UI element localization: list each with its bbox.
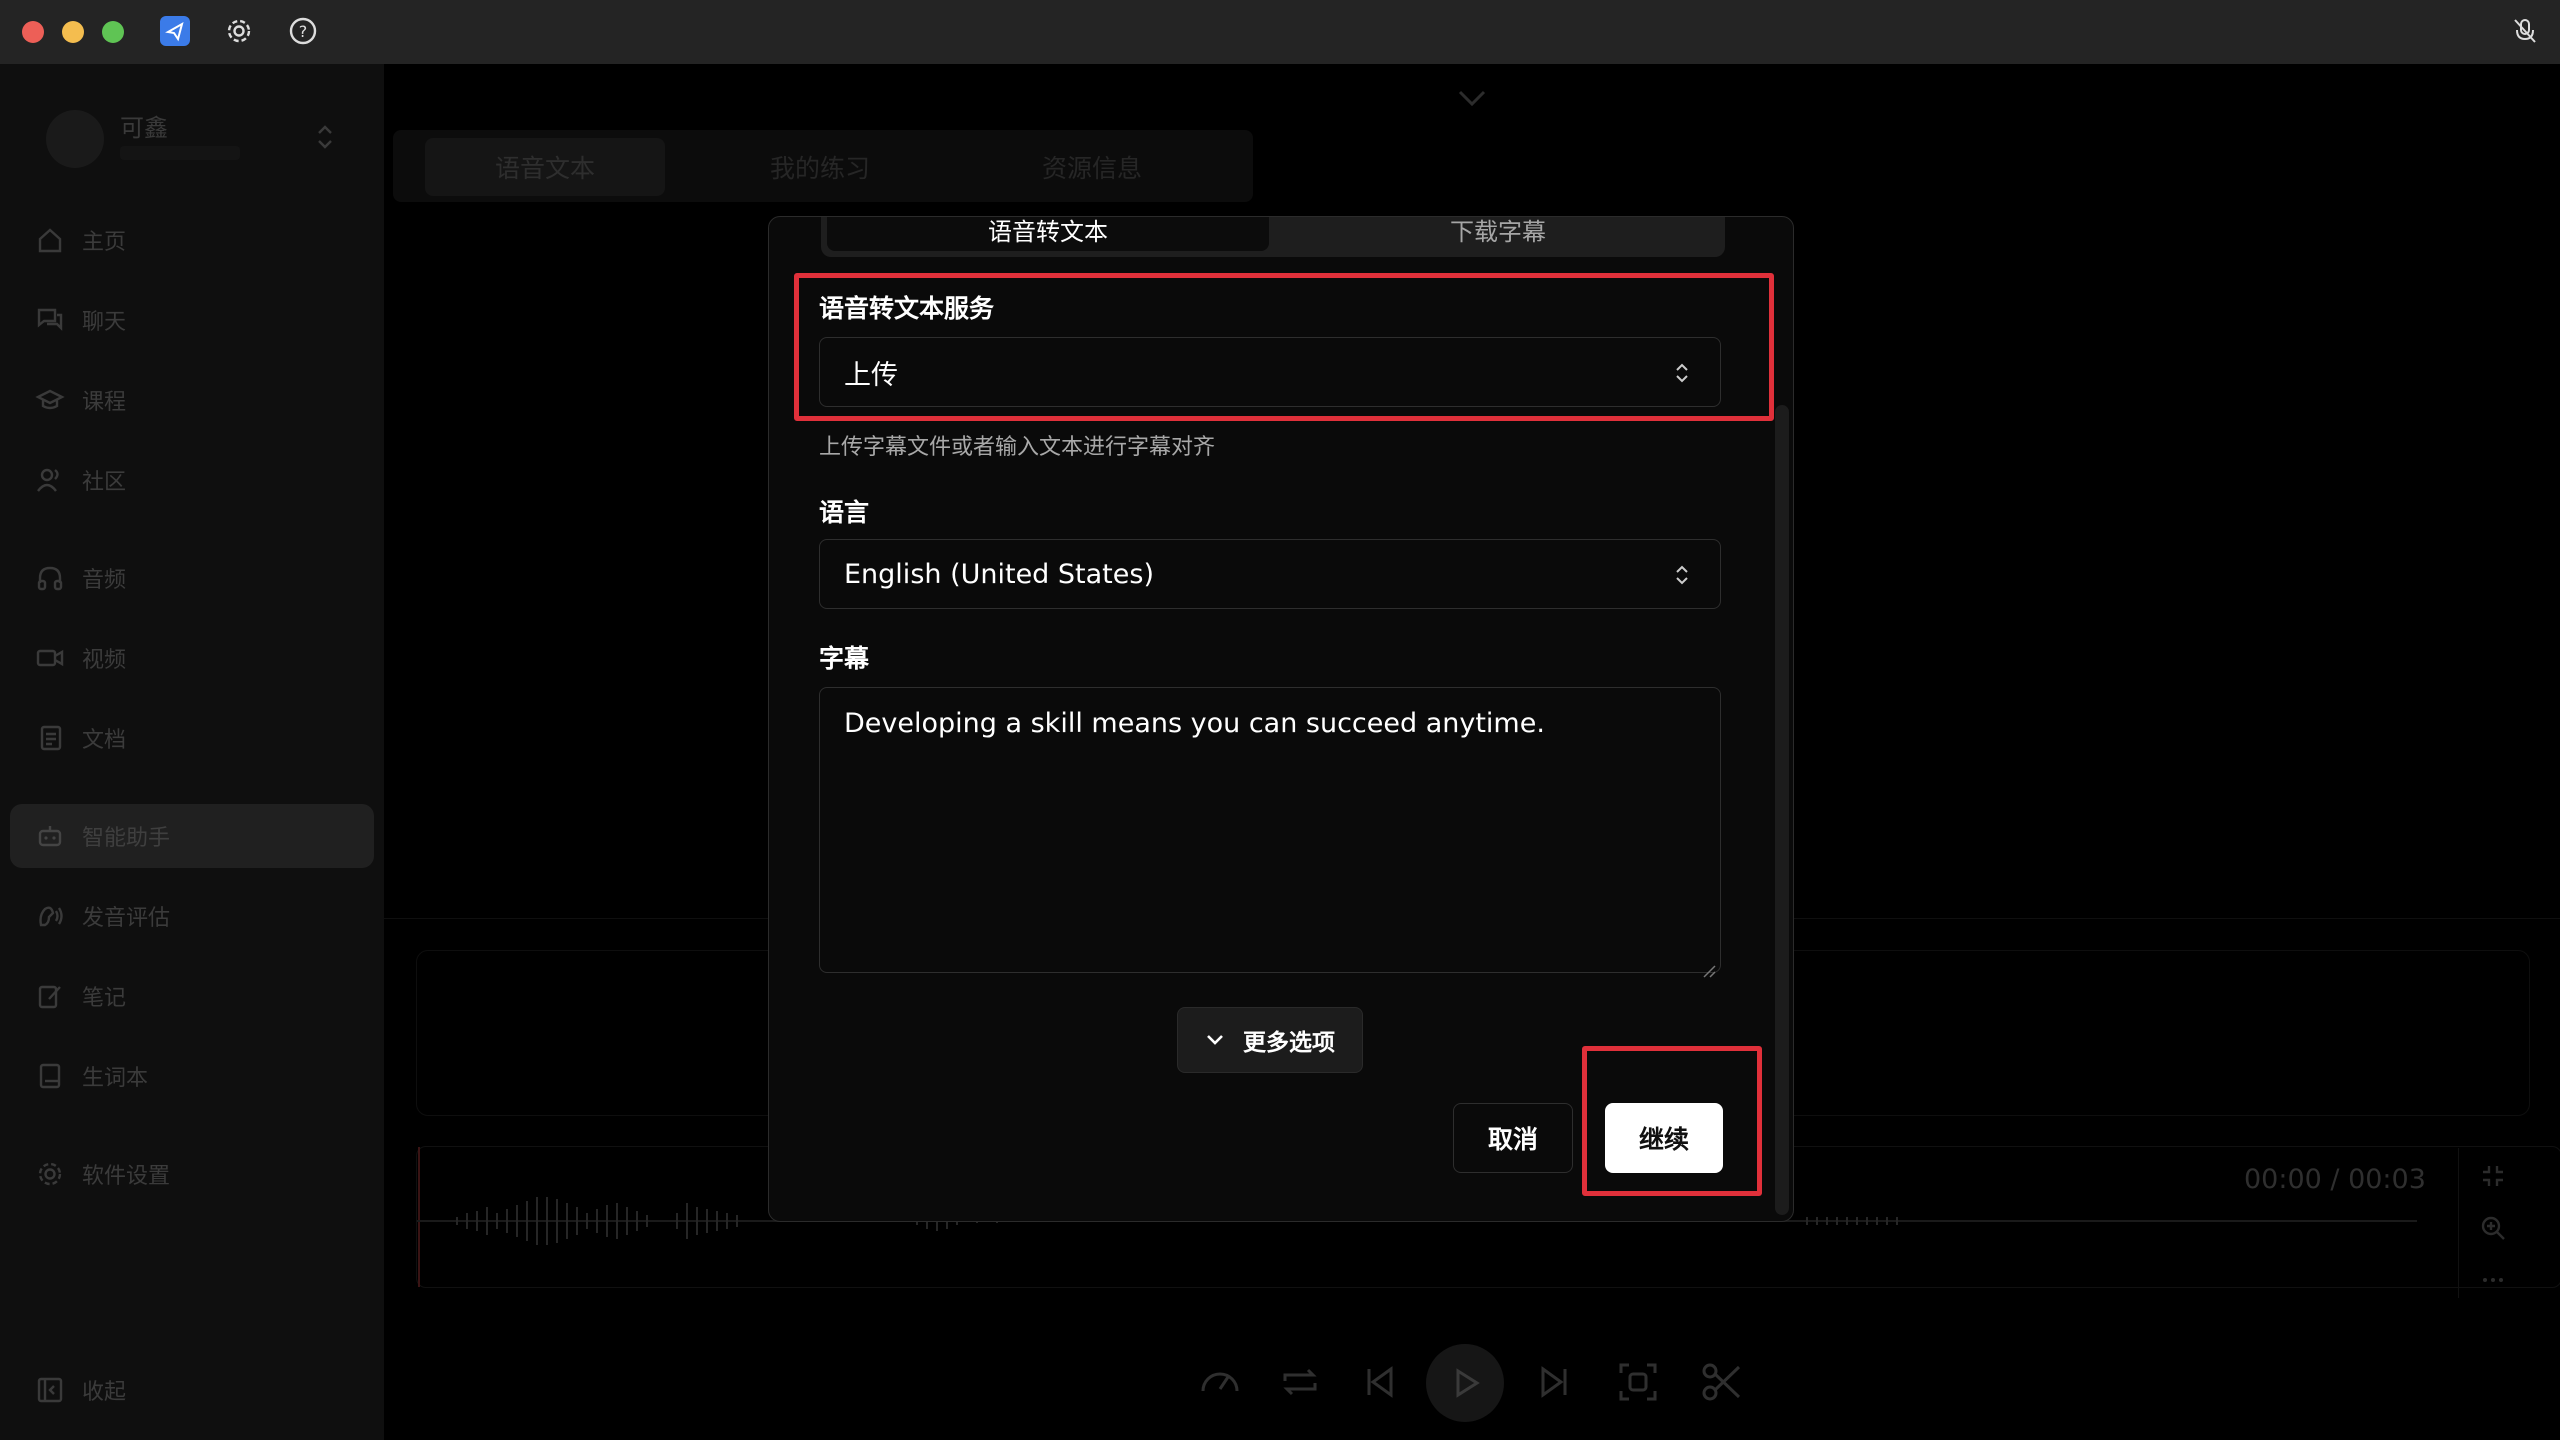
book-icon xyxy=(32,1058,68,1094)
tab-speech-to-text[interactable]: 语音转文本 xyxy=(827,217,1269,251)
time-display: 00:00 / 00:03 xyxy=(2244,1164,2426,1195)
zoom-in-icon[interactable] xyxy=(2479,1214,2507,1242)
svg-text:?: ? xyxy=(299,22,308,41)
note-icon xyxy=(32,978,68,1014)
waveform-tools xyxy=(2458,1148,2529,1298)
sidebar-item-label: 收起 xyxy=(82,1380,127,1405)
help-icon[interactable]: ? xyxy=(286,14,320,48)
language-select-value: English (United States) xyxy=(844,558,1154,590)
sidebar-item-label: 智能助手 xyxy=(82,826,171,851)
speech-icon xyxy=(32,898,68,934)
settings-gear-icon[interactable] xyxy=(222,14,256,48)
scissors-icon[interactable] xyxy=(1692,1352,1752,1412)
sidebar-item-label: 生词本 xyxy=(82,1066,149,1091)
sidebar-item-pronunciation[interactable]: 发音评估 xyxy=(10,884,374,948)
document-icon xyxy=(32,720,68,756)
chat-icon xyxy=(32,302,68,338)
subtitle-textarea[interactable]: Developing a skill means you can succeed… xyxy=(819,687,1721,978)
cancel-button[interactable]: 取消 xyxy=(1453,1103,1573,1173)
subtitle-label: 字幕 xyxy=(819,644,870,673)
sidebar-item-label: 音频 xyxy=(82,568,127,593)
speed-icon[interactable] xyxy=(1190,1352,1250,1412)
segmented-control: 语音转文本 下载字幕 xyxy=(821,217,1725,257)
title-bar: ? xyxy=(0,0,2560,65)
sidebar-item-documents[interactable]: 文档 xyxy=(10,706,374,770)
sidebar-item-audio[interactable]: 音频 xyxy=(10,546,374,610)
chevron-updown-icon xyxy=(1674,562,1690,588)
previous-icon[interactable] xyxy=(1350,1352,1410,1412)
sidebar-item-courses[interactable]: 课程 xyxy=(10,368,374,432)
chevron-down-icon xyxy=(1205,1033,1225,1047)
sidebar-item-label: 社区 xyxy=(82,470,127,495)
sidebar-item-label: 聊天 xyxy=(82,310,127,335)
tab-download-subtitles[interactable]: 下载字幕 xyxy=(1277,217,1719,251)
repeat-icon[interactable] xyxy=(1270,1352,1330,1412)
tab-my-practice[interactable]: 我的练习 xyxy=(700,138,940,196)
maximize-window-button[interactable] xyxy=(102,21,124,43)
highlight-continue-box xyxy=(1582,1046,1762,1196)
sidebar-collapse-button[interactable]: 收起 xyxy=(10,1358,374,1422)
language-label: 语言 xyxy=(819,498,870,527)
scrollbar[interactable] xyxy=(1775,405,1789,1215)
play-button[interactable] xyxy=(1426,1344,1504,1422)
app-logo-icon[interactable] xyxy=(158,14,192,48)
sidebar-item-community[interactable]: 社区 xyxy=(10,448,374,512)
sidebar-item-label: 发音评估 xyxy=(82,906,171,931)
graduation-cap-icon xyxy=(32,382,68,418)
service-hint: 上传字幕文件或者输入文本进行字幕对齐 xyxy=(819,435,1216,460)
language-select[interactable]: English (United States) xyxy=(819,539,1721,609)
avatar xyxy=(46,110,104,168)
resize-handle-icon[interactable] xyxy=(1702,954,1716,978)
chevron-updown-icon xyxy=(314,122,336,152)
sidebar-item-assistant[interactable]: 智能助手 xyxy=(10,804,374,868)
more-options-button[interactable]: 更多选项 xyxy=(1177,1007,1363,1073)
next-icon[interactable] xyxy=(1524,1352,1584,1412)
sidebar-item-label: 笔记 xyxy=(82,986,127,1011)
sidebar-item-label: 课程 xyxy=(82,390,127,415)
sidebar-item-settings[interactable]: 软件设置 xyxy=(10,1142,374,1206)
sidebar-item-label: 视频 xyxy=(82,648,127,673)
sidebar-item-video[interactable]: 视频 xyxy=(10,626,374,690)
sidebar-item-label: 主页 xyxy=(82,230,127,255)
tab-transcript[interactable]: 语音文本 xyxy=(425,138,665,196)
highlight-service-box xyxy=(794,273,1774,421)
shrink-icon[interactable] xyxy=(2479,1162,2507,1190)
user-subtitle xyxy=(120,146,240,160)
sidebar: 可鑫 主页 聊天 课程 社区 音频 视频 文档 智能助手 发音评估 笔记 生词本… xyxy=(0,64,384,1440)
subtitle-text: Developing a skill means you can succeed… xyxy=(844,708,1545,739)
more-icon[interactable] xyxy=(2479,1266,2507,1294)
sidebar-item-label: 软件设置 xyxy=(82,1164,171,1189)
community-icon xyxy=(32,462,68,498)
sidebar-item-home[interactable]: 主页 xyxy=(10,208,374,272)
sidebar-item-chat[interactable]: 聊天 xyxy=(10,288,374,352)
video-icon xyxy=(32,640,68,676)
close-window-button[interactable] xyxy=(22,21,44,43)
minimize-window-button[interactable] xyxy=(62,21,84,43)
screenshot-icon[interactable] xyxy=(1608,1352,1668,1412)
user-profile[interactable]: 可鑫 xyxy=(40,104,380,184)
tab-resource-info[interactable]: 资源信息 xyxy=(972,138,1212,196)
user-name: 可鑫 xyxy=(120,114,168,142)
bot-icon xyxy=(32,818,68,854)
collapse-icon xyxy=(32,1372,68,1408)
sidebar-item-vocabulary[interactable]: 生词本 xyxy=(10,1044,374,1108)
home-icon xyxy=(32,222,68,258)
gear-icon xyxy=(32,1156,68,1192)
mic-off-icon[interactable] xyxy=(2508,14,2542,48)
chevron-down-icon[interactable] xyxy=(1454,86,1490,110)
sidebar-item-notes[interactable]: 笔记 xyxy=(10,964,374,1028)
more-options-label: 更多选项 xyxy=(1243,1030,1335,1056)
headphones-icon xyxy=(32,560,68,596)
sidebar-item-label: 文档 xyxy=(82,728,127,753)
